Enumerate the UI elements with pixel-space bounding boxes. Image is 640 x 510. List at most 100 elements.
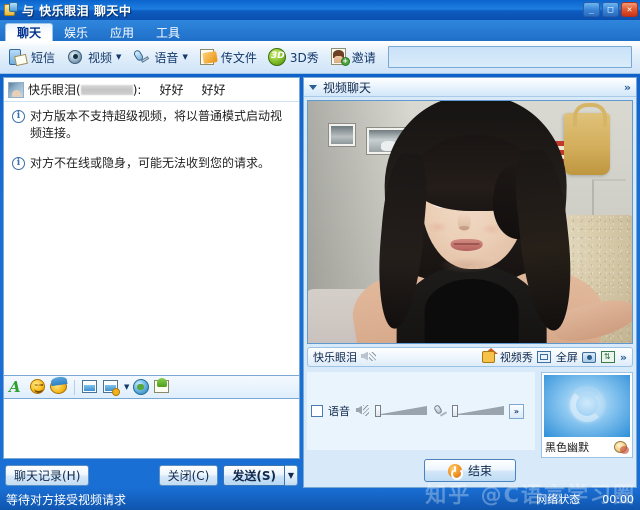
webcam-icon xyxy=(65,47,85,67)
video-dropdown-arrow[interactable]: ▼ xyxy=(116,53,121,61)
system-message: i 对方不在线或隐身，可能无法收到您的请求。 xyxy=(12,155,291,172)
fullscreen-label[interactable]: 全屏 xyxy=(556,349,578,365)
tab-tools[interactable]: 工具 xyxy=(145,23,191,41)
microphone-icon[interactable] xyxy=(432,403,448,419)
video-control-bar: 快乐眼泪 视频秀 全屏 ⇅ » xyxy=(307,347,633,367)
3d-show-label: 3D秀 xyxy=(289,50,319,65)
tab-apps[interactable]: 应用 xyxy=(99,23,145,41)
end-call-row: 结束 xyxy=(304,458,636,487)
screenshot-icon[interactable] xyxy=(81,378,99,396)
close-chat-button[interactable]: 关闭(C) xyxy=(158,465,219,486)
system-message-text: 对方版本不支持超级视频，将以普通模式启动视频连接。 xyxy=(30,109,283,141)
video-peer-name: 快乐眼泪 xyxy=(313,351,357,364)
end-call-button[interactable]: 结束 xyxy=(424,459,516,482)
window-controls: _ □ ✕ xyxy=(583,2,638,17)
image-dropdown-arrow[interactable]: ▼ xyxy=(124,383,129,391)
image-icon[interactable] xyxy=(102,378,120,396)
fullscreen-icon[interactable] xyxy=(536,350,552,365)
video-panel-title: 视频聊天 xyxy=(323,80,372,95)
video-show-label[interactable]: 视频秀 xyxy=(500,349,533,365)
chat-pane: 快乐眼泪(): 好好 好好 i 对方版本不支持超级视频，将以普通模式启动视频连接… xyxy=(3,77,300,488)
remote-video-view[interactable] xyxy=(307,100,633,344)
chat-history-button[interactable]: 聊天记录(H) xyxy=(5,465,90,486)
system-message-text: 对方不在线或隐身，可能无法收到您的请求。 xyxy=(30,155,271,170)
window-title: 与 快乐眼泪 聊天中 xyxy=(22,3,132,18)
minimize-button[interactable]: _ xyxy=(583,2,600,17)
3d-show-button[interactable]: 3D 3D秀 xyxy=(263,44,323,70)
magic-emoticon-icon[interactable] xyxy=(50,375,68,396)
invite-button[interactable]: + 邀请 xyxy=(325,44,380,70)
message-header: 快乐眼泪(): 好好 好好 xyxy=(4,78,299,102)
sms-button[interactable]: 短信 xyxy=(4,44,59,70)
send-file-button[interactable]: 传文件 xyxy=(194,44,261,70)
self-video-view[interactable]: 黑色幽默 xyxy=(541,372,633,458)
send-file-icon xyxy=(198,47,218,67)
voice-button[interactable]: 语音 ▼ xyxy=(127,44,191,70)
message-list: i 对方版本不支持超级视频，将以普通模式启动视频连接。 i 对方不在线或隐身，可… xyxy=(4,102,299,375)
self-video-image xyxy=(544,375,630,437)
system-message: i 对方版本不支持超级视频，将以普通模式启动视频连接。 xyxy=(12,108,291,143)
call-timer: 00:00 xyxy=(602,492,634,506)
font-style-icon[interactable]: A xyxy=(8,378,26,396)
video-show-icon[interactable] xyxy=(481,347,498,365)
invite-label: 邀请 xyxy=(351,50,376,65)
voice-label: 语音 xyxy=(154,50,179,65)
video-more-icon[interactable]: » xyxy=(620,351,627,364)
video-button[interactable]: 视频 ▼ xyxy=(61,44,125,70)
emoticon-icon[interactable] xyxy=(29,378,47,396)
status-bar: 等待对方接受视频请求 网络状态 00:00 知乎 @C语言学习圈 xyxy=(0,483,640,510)
maximize-button[interactable]: □ xyxy=(602,2,619,17)
avatar xyxy=(8,81,24,98)
shake-icon[interactable] xyxy=(132,378,150,396)
speaker-volume-slider[interactable] xyxy=(375,405,427,417)
main-toolbar: 短信 视频 ▼ 语音 ▼ 传文件 3D 3D秀 + 邀请 xyxy=(0,41,640,74)
send-options-arrow[interactable]: ▼ xyxy=(285,465,298,486)
format-toolbar: A ▼ xyxy=(3,375,300,399)
end-call-label: 结束 xyxy=(467,464,492,478)
redacted-uin xyxy=(80,85,133,95)
status-message: 等待对方接受视频请求 xyxy=(6,492,127,507)
speaker-muted-icon[interactable] xyxy=(355,404,370,419)
voice-checkbox[interactable] xyxy=(311,405,323,417)
gift-icon[interactable] xyxy=(153,378,171,396)
chat-window-icon xyxy=(4,2,18,17)
tab-bar: 聊天 娱乐 应用 工具 xyxy=(0,20,640,41)
video-pane: 视频聊天 » 快乐眼泪 视频秀 全屏 ⇅ » 语音 » 黑色幽默 结束 xyxy=(303,77,637,488)
peer-message-2: 好好 xyxy=(201,83,226,97)
peer-nickname: 快乐眼泪(): xyxy=(28,83,142,97)
video-panel-header: 视频聊天 » xyxy=(304,78,636,97)
camera-disabled-icon[interactable] xyxy=(613,439,629,455)
audio-more-button[interactable]: » xyxy=(509,403,524,419)
close-button[interactable]: ✕ xyxy=(621,2,638,17)
chevron-down-icon[interactable] xyxy=(309,84,317,90)
network-status-label: 网络状态 xyxy=(536,493,581,506)
send-file-label: 传文件 xyxy=(220,50,257,65)
tab-entertainment[interactable]: 娱乐 xyxy=(53,23,99,41)
status-right-group: 网络状态 00:00 xyxy=(536,491,634,507)
video-label: 视频 xyxy=(88,50,113,65)
voice-dropdown-arrow[interactable]: ▼ xyxy=(182,53,187,61)
microphone-icon xyxy=(131,47,151,67)
snapshot-icon[interactable] xyxy=(581,350,597,365)
sms-icon xyxy=(8,47,28,67)
loading-spinner-icon xyxy=(570,387,604,422)
window-body: 快乐眼泪(): 好好 好好 i 对方版本不支持超级视频，将以普通模式启动视频连接… xyxy=(0,74,640,488)
mic-volume-slider[interactable] xyxy=(452,405,504,417)
qq-chat-window: 与 快乐眼泪 聊天中 _ □ ✕ 聊天 娱乐 应用 工具 短信 视频 ▼ 语音 … xyxy=(0,0,640,510)
sms-label: 短信 xyxy=(31,50,56,65)
speaker-mute-icon[interactable] xyxy=(361,350,376,365)
mic-slider-thumb[interactable] xyxy=(452,405,458,417)
swap-view-icon[interactable]: ⇅ xyxy=(600,350,616,365)
audio-row: 语音 » 黑色幽默 xyxy=(307,372,633,458)
expand-panel-icon[interactable]: » xyxy=(624,81,631,94)
speaker-slider-thumb[interactable] xyxy=(375,405,381,417)
power-icon xyxy=(447,463,463,480)
message-area: 快乐眼泪(): 好好 好好 i 对方版本不支持超级视频，将以普通模式启动视频连接… xyxy=(3,77,300,376)
toolbar-search-input[interactable] xyxy=(387,46,632,68)
toolbar-divider xyxy=(74,379,75,395)
title-bar: 与 快乐眼泪 聊天中 _ □ ✕ xyxy=(0,0,640,20)
message-input[interactable] xyxy=(3,399,300,459)
send-button[interactable]: 发送(S) xyxy=(223,465,285,486)
tab-chat[interactable]: 聊天 xyxy=(5,23,54,41)
peer-message-1: 好好 xyxy=(159,83,184,97)
